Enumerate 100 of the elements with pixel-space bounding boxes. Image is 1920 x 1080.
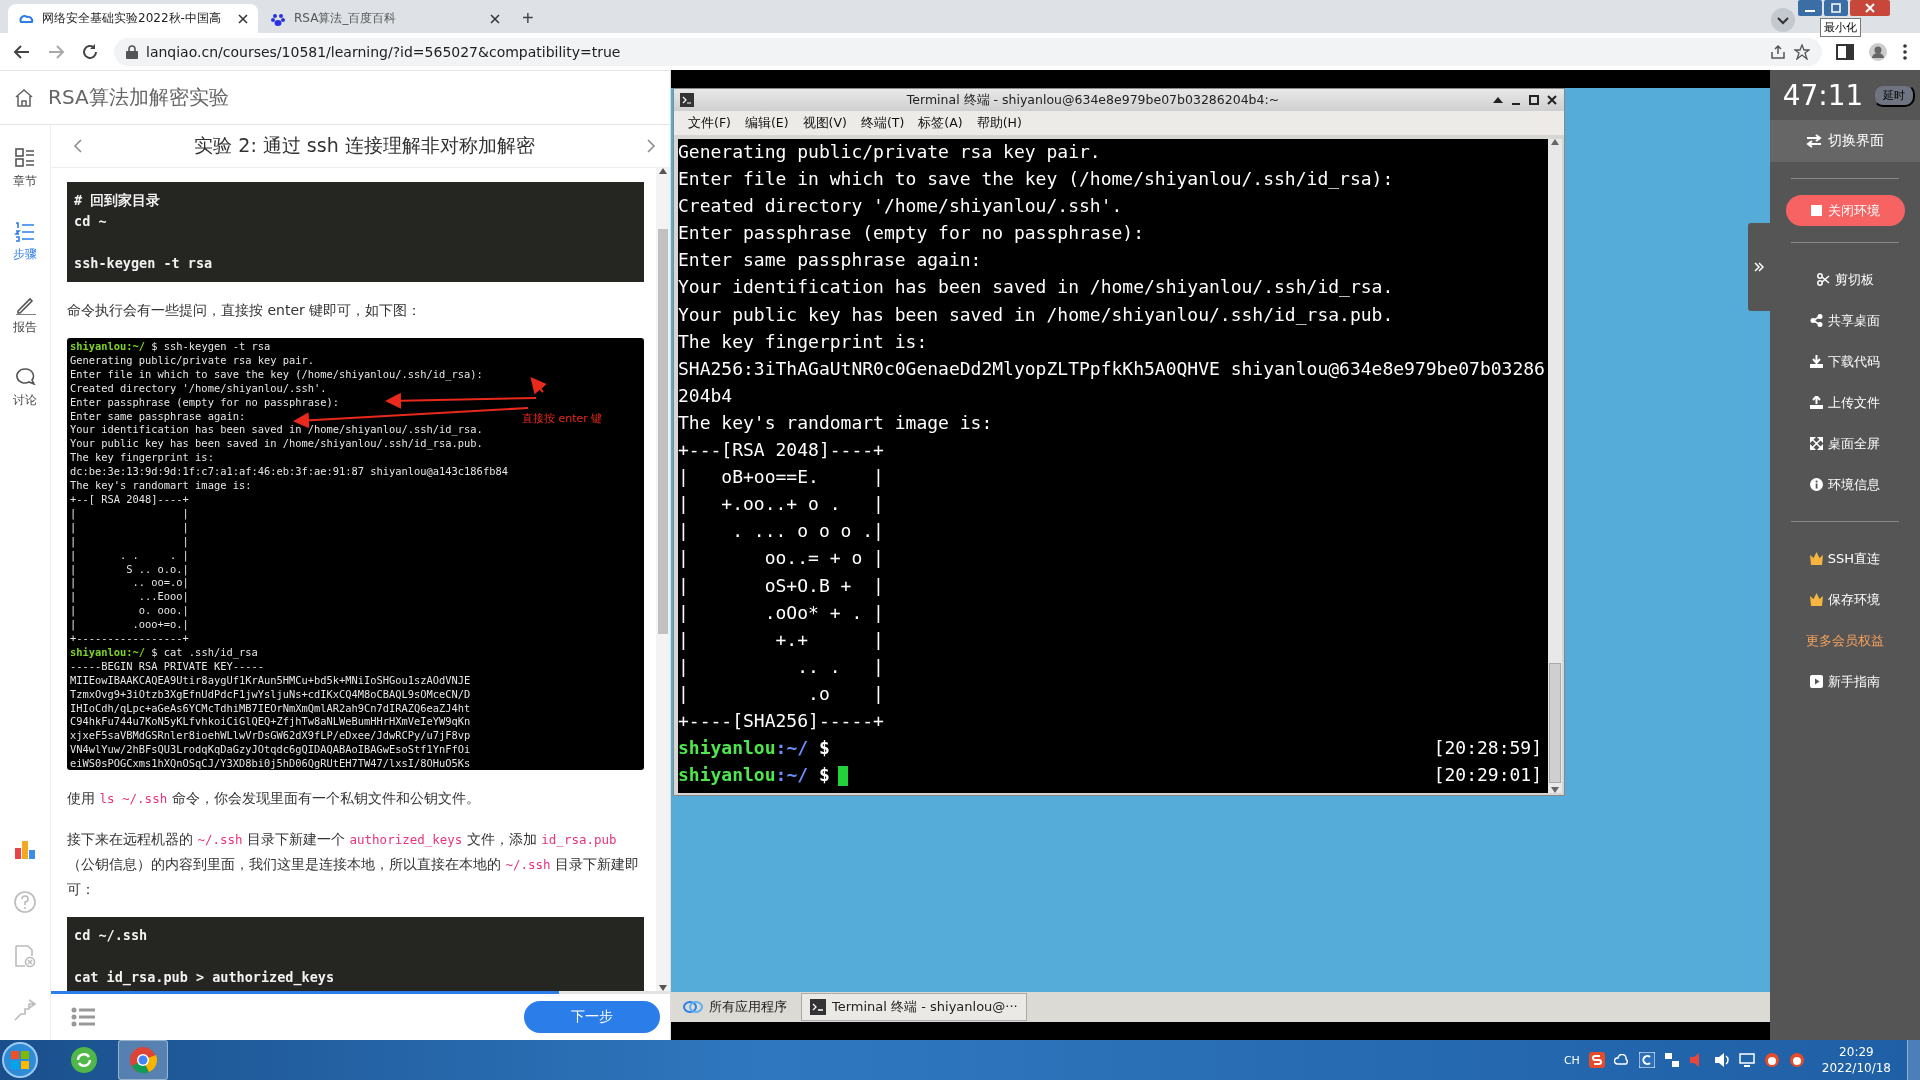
paragraph: 命令执行会有一些提问，直接按 enter 键即可，如下图： <box>67 301 423 320</box>
menu-icon[interactable] <box>1902 42 1908 61</box>
menu-item[interactable]: 文件(F) <box>682 112 737 134</box>
next-icon[interactable] <box>646 138 656 154</box>
chapters-icon <box>14 147 36 169</box>
paragraph: 使用 ls ~/.ssh 命令，你会发现里面有一个私钥文件和公钥文件。 <box>67 789 481 808</box>
url-text: lanqiao.cn/courses/10581/learning/?id=565027&compatibility=true <box>146 43 622 60</box>
panel-menu-item[interactable]: 下载代码 <box>1810 341 1880 382</box>
output-line: | .ooo+=o.| <box>70 618 189 633</box>
speaker-icon[interactable] <box>1713 1052 1730 1068</box>
close-icon[interactable] <box>1546 94 1558 106</box>
browser-icon <box>129 1046 157 1074</box>
clock[interactable]: 20:29 2022/10/18 <box>1813 1044 1899 1076</box>
profile-icon[interactable] <box>1868 41 1888 62</box>
rail-tab[interactable]: 步骤 <box>13 220 37 263</box>
scroll-up-icon[interactable] <box>659 168 667 174</box>
list-icon[interactable] <box>71 1007 95 1027</box>
switch-view-button[interactable]: 切换界面 <box>1770 120 1920 162</box>
terminal-line: | .. . | <box>678 655 885 678</box>
sidebar-icon[interactable] <box>1836 43 1854 60</box>
dropdown-icon[interactable] <box>1770 7 1796 33</box>
output-line: Enter same passphrase again: <box>70 409 246 424</box>
scroll-up-icon[interactable] <box>1551 139 1559 145</box>
menu-item[interactable]: 帮助(H) <box>970 112 1028 134</box>
monitor-icon[interactable] <box>1738 1052 1755 1068</box>
close-icon[interactable] <box>238 13 248 24</box>
expand-panel-tab[interactable] <box>1748 223 1770 311</box>
scrollbar-thumb[interactable] <box>1549 663 1561 783</box>
start-icon[interactable] <box>0 1040 40 1080</box>
new-tab-button[interactable]: + <box>512 4 544 33</box>
output-line: VN4wlYuw/2hBFsQU3LrodqKqDaGzyJOtqdc6gQIDAQABAoIBAGwEsoStf1YnFfOi <box>70 743 471 758</box>
tray-icon[interactable] <box>1788 1052 1805 1068</box>
terminal-line: Enter same passphrase again: <box>678 249 983 272</box>
next-step-button[interactable]: 下一步 <box>524 1001 660 1033</box>
tooltip: 最小化 <box>1820 18 1861 37</box>
output-line: | | <box>70 534 189 549</box>
output-line: The key's randomart image is: <box>70 479 252 493</box>
tab-title: 网络安全基础实验2022秋-中国高 <box>42 10 222 27</box>
panel-menu-item[interactable]: 共享桌面 <box>1810 300 1880 341</box>
countdown-timer: 47:11 <box>1782 78 1864 112</box>
terminal-line: Enter file in which to save the key (/home/shiyanlou/.ssh/id_rsa): <box>678 168 1395 191</box>
address-bar[interactable]: lanqiao.cn/courses/10581/learning/?id=565027&compatibility=true <box>114 37 1822 66</box>
extend-time-button[interactable]: 延时 <box>1873 83 1916 107</box>
crown-icon <box>1809 552 1823 565</box>
clock-date: 2022/10/18 <box>1821 1060 1891 1076</box>
output-line: | . . . | <box>70 548 189 563</box>
menu-item[interactable]: 终端(T) <box>854 112 911 134</box>
input-language[interactable]: CH <box>1563 1053 1580 1067</box>
swap-icon <box>1806 134 1822 148</box>
panel-menu-item[interactable]: 上传文件 <box>1810 382 1880 423</box>
output-line: +--[ RSA 2048]----+ <box>70 492 189 507</box>
maximize-icon[interactable] <box>1528 94 1540 106</box>
panel-menu-item[interactable]: 保存环境 <box>1810 579 1880 620</box>
output-line: | | <box>70 520 189 535</box>
app-tray-icon[interactable] <box>1638 1052 1655 1068</box>
code-line: cd ~ <box>74 212 108 231</box>
rail-tab[interactable]: 章节 <box>13 147 37 190</box>
prompt: shiyanlou:~/ $ <box>678 737 830 760</box>
panel-menu-item[interactable]: 桌面全屏 <box>1810 423 1880 464</box>
rail-tab[interactable]: 报告 <box>13 293 37 336</box>
output-line: The key fingerprint is: <box>70 451 214 466</box>
terminal-line: | . ... o o o .| <box>678 520 885 543</box>
panel-menu-item[interactable]: 环境信息 <box>1810 464 1880 505</box>
tray-icon[interactable] <box>1763 1052 1780 1068</box>
close-icon[interactable] <box>490 13 500 24</box>
network-icon[interactable] <box>1663 1052 1680 1068</box>
panel-menu-item[interactable]: 更多会员权益 <box>1806 620 1884 661</box>
discuss-icon <box>14 366 36 388</box>
previous-icon[interactable] <box>73 138 83 154</box>
terminal-line: +----[SHA256]-----+ <box>678 709 885 733</box>
ranking-icon[interactable] <box>14 838 36 860</box>
output-line: dc:be:3e:13:9d:9d:1f:c7:a1:af:46:eb:3f:ae:91:87 shiyanlou@a143c186fb84 <box>70 465 508 480</box>
double-chevron-icon <box>1754 262 1764 272</box>
apps-menu-button[interactable]: 所有应用程序 <box>677 994 793 1020</box>
panel-menu-item[interactable]: 新手指南 <box>1810 661 1880 702</box>
rail-tab[interactable]: 讨论 <box>13 366 37 409</box>
browser-tab[interactable]: RSA算法_百度百科 <box>260 4 510 33</box>
terminal-line: | +.+ | <box>678 628 885 651</box>
taskbar-task[interactable]: Terminal 终端 - shiyanlou@··· <box>801 993 1027 1021</box>
scrollbar-thumb[interactable] <box>658 229 668 634</box>
home-icon[interactable] <box>14 87 34 108</box>
panel-menu-item[interactable]: 剪切板 <box>1816 259 1874 300</box>
output-line: TzmxOvg9+3iOtzb3XgEfnUdPdcF1jwYsljuNs+cdIKxCQ4M8oCBAQL9sOMceCN/D <box>70 687 471 702</box>
code-line: ssh-keygen -t rsa <box>74 254 214 273</box>
menu-item[interactable]: 视图(V) <box>796 112 853 134</box>
scroll-down-icon[interactable] <box>1551 787 1559 793</box>
terminal-line: | .o | <box>678 682 885 706</box>
browser-tab[interactable]: 网络安全基础实验2022秋-中国高 <box>8 4 258 33</box>
menu-item[interactable]: 标签(A) <box>912 112 969 134</box>
video-icon <box>1810 675 1823 688</box>
star-icon[interactable] <box>1794 43 1810 60</box>
stop-icon <box>1810 205 1822 216</box>
annotation-text: 直接按 enter 键 <box>522 411 603 426</box>
share-icon[interactable] <box>1770 43 1786 60</box>
cloud-icon[interactable] <box>1613 1054 1630 1066</box>
menu-item[interactable]: 编辑(E) <box>738 112 795 134</box>
panel-menu-item[interactable]: SSH直连 <box>1809 538 1881 579</box>
input-method-icon[interactable] <box>1588 1052 1605 1068</box>
terminal-line: | +.oo..+ o . | <box>678 493 885 516</box>
minimize-icon[interactable] <box>1798 0 1822 16</box>
